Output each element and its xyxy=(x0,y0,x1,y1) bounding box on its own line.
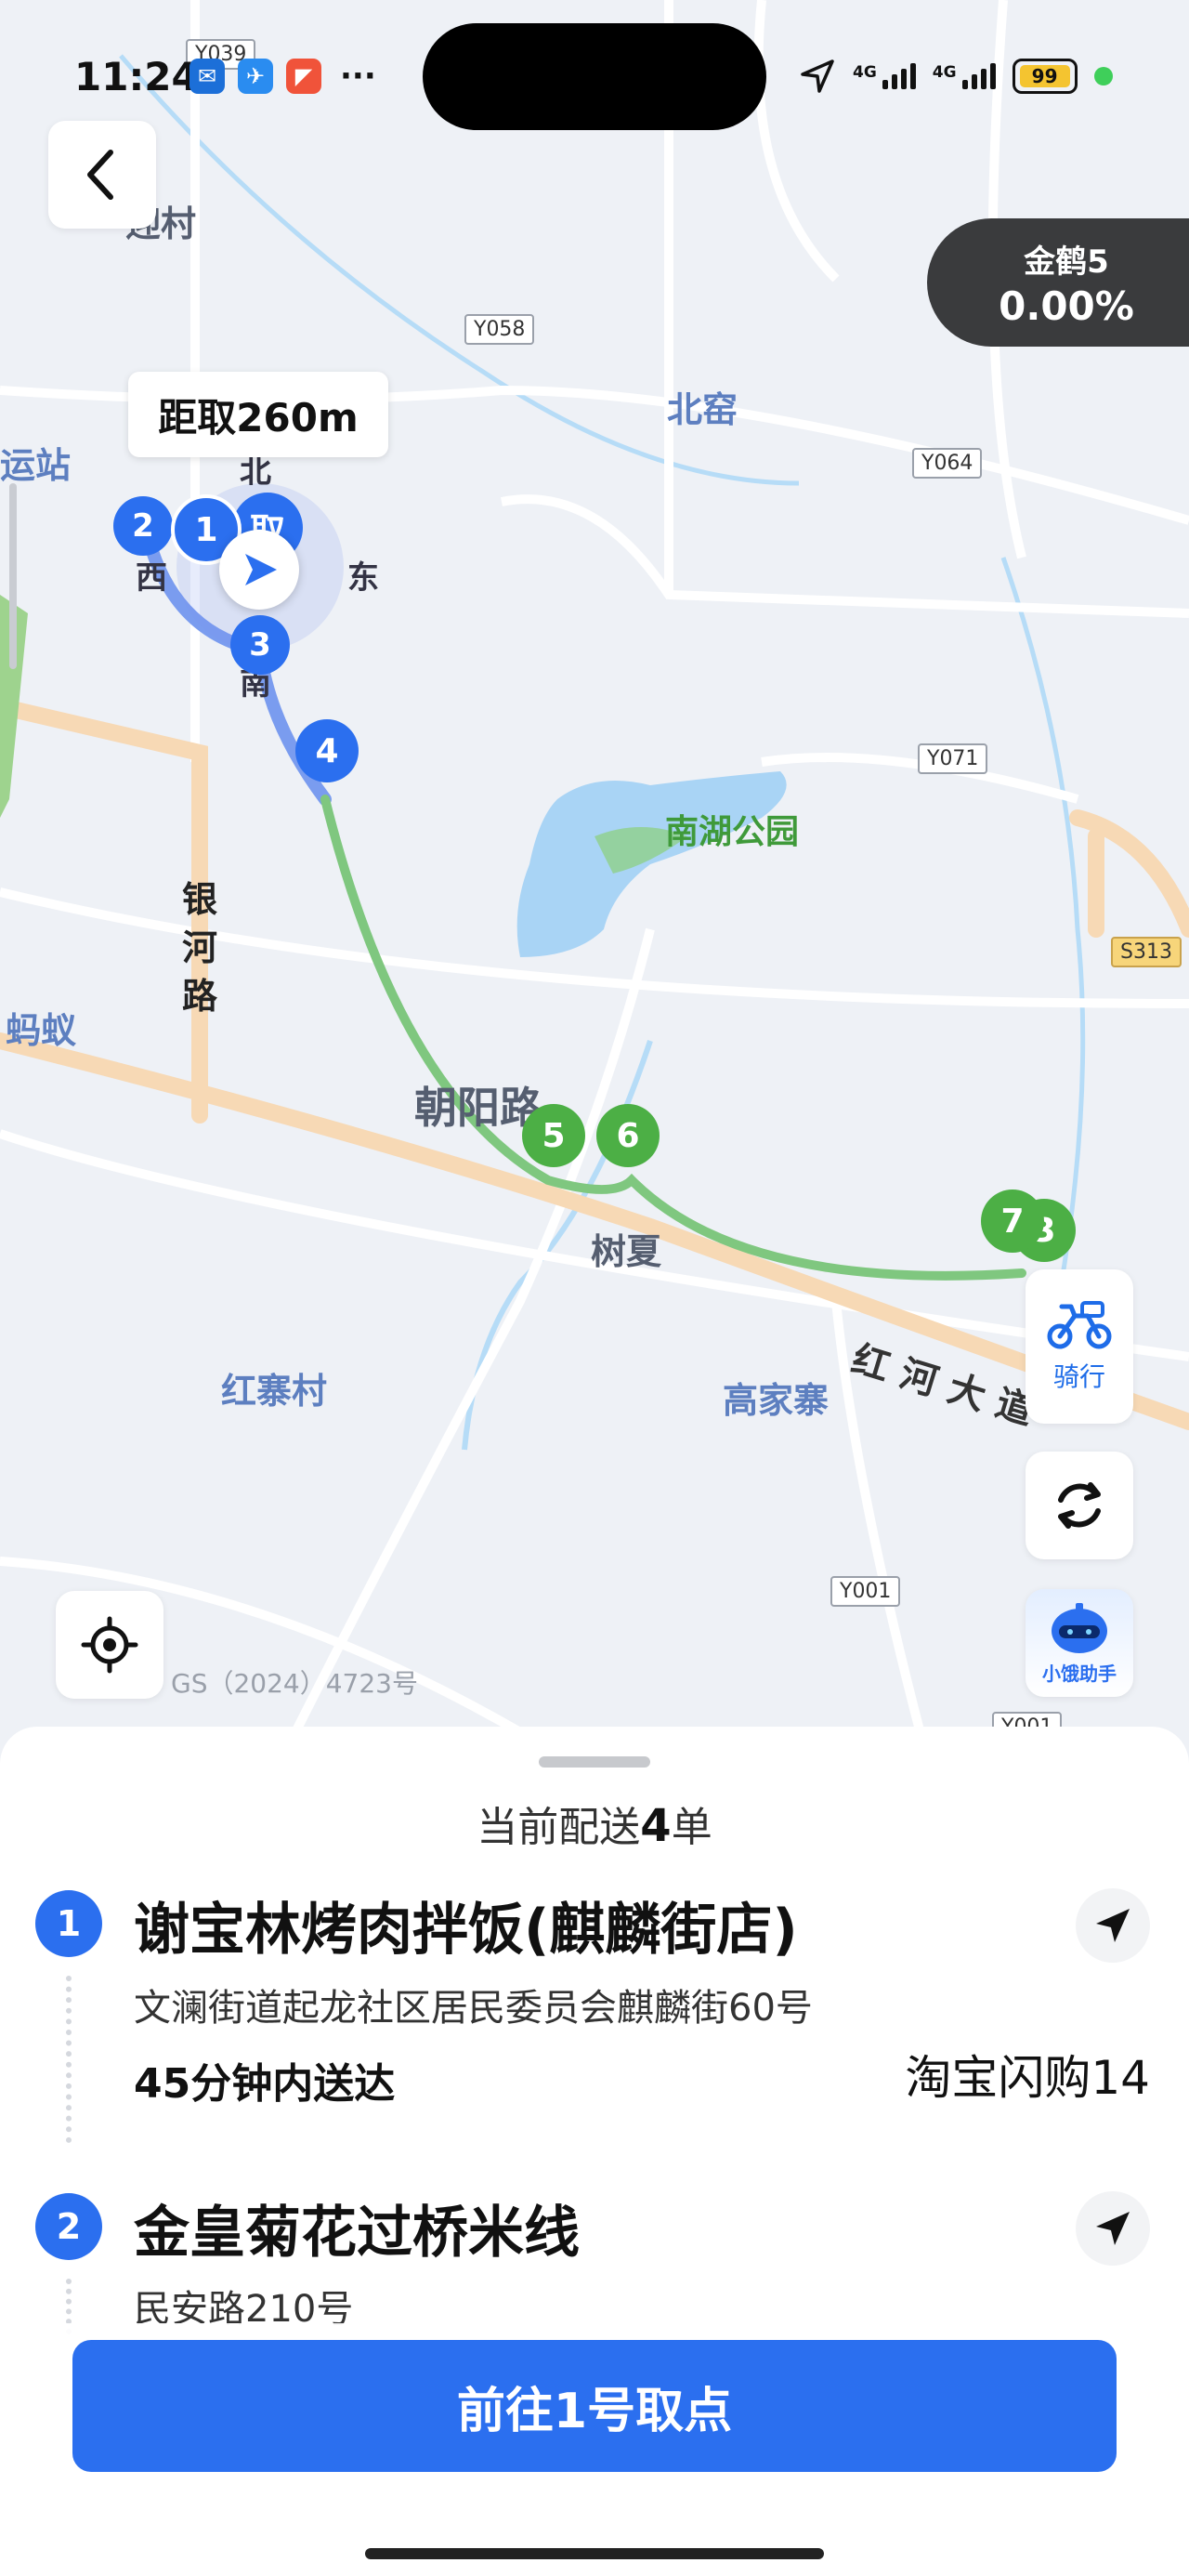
privacy-indicator xyxy=(1093,67,1113,85)
road-sign: Y064 xyxy=(912,448,983,479)
road-sign: Y071 xyxy=(918,743,988,774)
signal-icon: 4G xyxy=(933,63,996,89)
navigate-order-1-button[interactable] xyxy=(1076,1888,1150,1963)
back-button[interactable] xyxy=(48,121,156,229)
signal-icon: 4G xyxy=(853,63,916,89)
battery-icon: 99 xyxy=(1012,59,1078,94)
rider-rating-pill[interactable]: 金鹤5 0.00% xyxy=(927,218,1189,347)
map-label-station: 运站 xyxy=(0,445,72,486)
app-notification-icon: ✈ xyxy=(238,59,273,94)
map-label-mayi: 蚂蚁 xyxy=(6,1010,77,1051)
go-to-pickup-button[interactable]: 前往1号取点 xyxy=(72,2340,1117,2472)
map-label-shuxia: 树夏 xyxy=(591,1231,662,1272)
order-connector-line xyxy=(66,1976,77,2143)
location-arrow-icon xyxy=(801,59,834,93)
crosshair-icon xyxy=(81,1616,138,1674)
map-label-lake: 南湖公园 xyxy=(665,813,800,851)
order-count: 4 xyxy=(640,1800,672,1852)
status-time: 11:24 xyxy=(74,54,199,99)
sheet-drag-handle[interactable] xyxy=(539,1756,650,1768)
map-label-gaojia: 高家寨 xyxy=(723,1380,830,1421)
navigation-arrow-icon xyxy=(1096,2212,1130,2245)
dynamic-island xyxy=(423,23,766,130)
ride-mode-button[interactable]: 骑行 xyxy=(1026,1269,1133,1424)
distance-to-pickup: 距取260m xyxy=(128,372,388,457)
locate-me-button[interactable] xyxy=(56,1591,163,1699)
route-marker-6[interactable]: 6 xyxy=(596,1104,660,1167)
rating-name: 金鹤5 xyxy=(1024,243,1109,281)
robot-assistant-icon xyxy=(1052,1602,1107,1653)
status-system-icons: 4G 4G 99 xyxy=(799,58,1113,95)
side-drag-handle[interactable] xyxy=(9,483,17,669)
ride-mode-label: 骑行 xyxy=(1052,1361,1105,1392)
order-number-badge: 1 xyxy=(35,1890,102,1957)
order-platform: 淘宝闪购14 xyxy=(905,2051,1150,2105)
order-store-name[interactable]: 金皇菊花过桥米线 xyxy=(134,2188,580,2268)
route-marker-2[interactable]: 2 xyxy=(113,496,173,556)
bicycle-icon xyxy=(1047,1301,1112,1349)
compass-west: 西 xyxy=(136,559,167,597)
road-sign: Y001 xyxy=(830,1576,901,1607)
navigation-arrow-icon xyxy=(1096,1909,1130,1942)
map-label-yinhe-road: 银 河 路 xyxy=(182,879,218,1017)
navigate-order-2-button[interactable] xyxy=(1076,2191,1150,2266)
sheet-title: 当前配送4单 xyxy=(477,1800,712,1852)
route-marker-3[interactable]: 3 xyxy=(230,615,290,675)
road-sign-provincial: S313 xyxy=(1111,937,1182,967)
map-label-beiyao: 北窑 xyxy=(667,389,738,430)
order-number-badge: 2 xyxy=(35,2193,102,2260)
compass-east: 东 xyxy=(347,559,379,597)
refresh-icon xyxy=(1058,1482,1101,1529)
order-delivery-time: 45分钟内送达 xyxy=(134,2060,396,2108)
rating-value: 0.00% xyxy=(999,283,1134,329)
route-marker-7[interactable]: 7 xyxy=(981,1189,1044,1253)
route-marker-4[interactable]: 4 xyxy=(295,719,359,782)
app-notification-icon: ◤ xyxy=(286,59,321,94)
more-notifications-icon: ··· xyxy=(340,58,376,95)
assistant-label: 小饿助手 xyxy=(1042,1662,1117,1685)
order-store-name[interactable]: 谢宝林烤肉拌饭(麒麟街店) xyxy=(134,1885,798,1965)
map-label-hongzhai: 红寨村 xyxy=(221,1371,328,1412)
home-indicator[interactable] xyxy=(365,2548,824,2559)
assistant-button[interactable]: 小饿助手 xyxy=(1026,1589,1133,1697)
road-sign: Y058 xyxy=(464,314,535,345)
rider-location-icon xyxy=(219,530,299,610)
status-app-icons: ✉ ✈ ◤ ··· xyxy=(189,58,376,95)
chevron-left-icon xyxy=(87,150,113,200)
route-marker-5[interactable]: 5 xyxy=(522,1104,585,1167)
app-notification-icon: ✉ xyxy=(189,59,225,94)
order-address: 文澜街道起龙社区居民委员会麒麟街60号 xyxy=(134,1987,813,2030)
refresh-route-button[interactable] xyxy=(1026,1452,1133,1559)
map-license-text: GS（2024）4723号 xyxy=(171,1668,418,1699)
